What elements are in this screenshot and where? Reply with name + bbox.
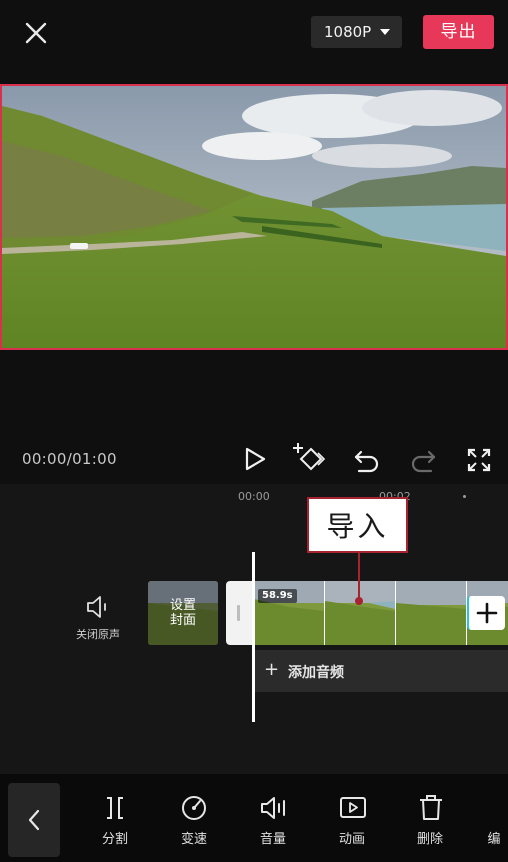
ruler-time-0: 00:00 bbox=[238, 490, 270, 503]
undo-icon bbox=[354, 450, 379, 473]
play-icon bbox=[245, 447, 266, 471]
handle-grip bbox=[237, 605, 240, 621]
tool-split-label: 分割 bbox=[101, 832, 128, 847]
chevron-left-icon bbox=[28, 809, 40, 831]
landscape-frame bbox=[2, 86, 506, 348]
speed-icon bbox=[182, 796, 206, 820]
speaker-icon bbox=[87, 596, 106, 618]
mute-original-label: 关闭原声 bbox=[76, 628, 120, 641]
chevron-down-icon bbox=[380, 29, 390, 35]
tool-edit-label: 编 bbox=[487, 832, 501, 847]
tool-animation[interactable]: 动画 bbox=[322, 790, 382, 850]
undo-button[interactable] bbox=[350, 443, 384, 477]
playhead[interactable] bbox=[252, 552, 255, 722]
back-button[interactable] bbox=[8, 783, 60, 857]
tool-speed-label: 变速 bbox=[180, 832, 207, 847]
tool-speed[interactable]: 变速 bbox=[164, 790, 224, 850]
ruler-dot bbox=[463, 495, 466, 498]
close-button[interactable] bbox=[20, 17, 52, 49]
tool-edit[interactable]: 编 bbox=[478, 790, 508, 850]
tool-delete[interactable]: 删除 bbox=[400, 790, 460, 850]
fullscreen-icon bbox=[467, 448, 491, 472]
add-audio-plus-icon: + bbox=[264, 659, 280, 680]
animation-icon bbox=[340, 797, 366, 818]
add-audio-label: 添加音频 bbox=[288, 665, 344, 681]
delete-icon bbox=[420, 795, 442, 820]
redo-icon bbox=[411, 450, 436, 473]
set-cover-label: 设置 封面 bbox=[169, 598, 196, 628]
keyframe-add-icon bbox=[293, 443, 326, 471]
callout-pointer-dot bbox=[355, 597, 363, 605]
edit-icon bbox=[494, 792, 508, 824]
tool-delete-label: 删除 bbox=[416, 832, 443, 847]
resolution-label: 1080P bbox=[324, 23, 372, 41]
redo-button[interactable] bbox=[406, 443, 440, 477]
plus-icon bbox=[476, 602, 498, 624]
close-icon bbox=[25, 22, 47, 44]
mute-original-button[interactable] bbox=[84, 594, 112, 620]
callout-text: 导入 bbox=[326, 510, 389, 543]
clip-trim-handle[interactable] bbox=[226, 581, 254, 645]
clip-duration-badge: 58.9s bbox=[258, 589, 297, 603]
volume-icon bbox=[261, 797, 285, 819]
time-code: 00:00/01:00 bbox=[22, 450, 117, 468]
callout-pointer-line bbox=[358, 553, 360, 601]
add-clip-button[interactable] bbox=[467, 596, 505, 630]
add-keyframe-button[interactable] bbox=[292, 440, 326, 474]
video-preview[interactable] bbox=[0, 84, 508, 350]
tool-animation-label: 动画 bbox=[338, 832, 365, 847]
tool-split[interactable]: 分割 bbox=[85, 790, 145, 850]
fullscreen-button[interactable] bbox=[462, 443, 496, 477]
play-button[interactable] bbox=[238, 442, 272, 476]
tool-volume-label: 音量 bbox=[259, 832, 286, 847]
export-button[interactable]: 导出 bbox=[423, 15, 494, 49]
tool-volume[interactable]: 音量 bbox=[243, 790, 303, 850]
resolution-dropdown[interactable]: 1080P bbox=[311, 16, 402, 48]
split-icon bbox=[107, 797, 123, 819]
